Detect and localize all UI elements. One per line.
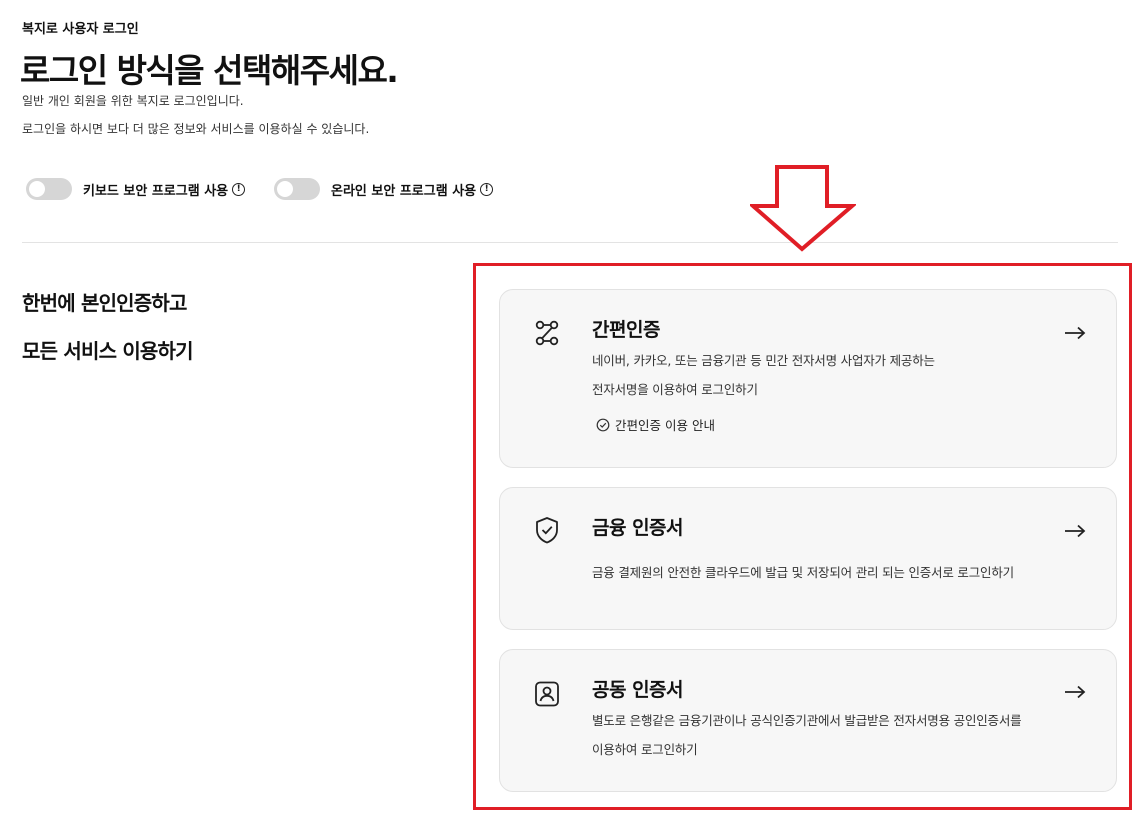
id-card-icon [535, 681, 559, 707]
online-security-toggle-row: 온라인 보안 프로그램 사용 ! [274, 178, 494, 200]
simple-auth-description: 네이버, 카카오, 또는 금융기관 등 민간 전자서명 사업자가 제공하는 전자… [592, 346, 1092, 404]
online-security-label: 온라인 보안 프로그램 사용 [331, 183, 477, 199]
simple-auth-guide-link[interactable]: 간편인증 이용 안내 [596, 415, 715, 434]
description-line: 이용하여 로그인하기 [592, 742, 698, 757]
side-heading-line2: 모든 서비스 이용하기 [22, 339, 194, 363]
info-icon[interactable]: ! [480, 182, 494, 196]
route-icon [535, 320, 559, 346]
online-security-toggle[interactable] [274, 178, 320, 200]
page-title: 로그인 방식을 선택해주세요. [20, 51, 399, 90]
page-description-line2: 로그인을 하시면 보다 더 많은 정보와 서비스를 이용하실 수 있습니다. [22, 122, 370, 136]
keyboard-security-label: 키보드 보안 프로그램 사용 [83, 183, 229, 199]
shield-check-icon [536, 517, 558, 544]
divider [22, 242, 1118, 243]
simple-auth-title: 간편인증 [592, 319, 660, 341]
arrow-right-icon [1065, 524, 1086, 538]
description-line: 전자서명을 이용하여 로그인하기 [592, 382, 758, 397]
side-heading-line1: 한번에 본인인증하고 [22, 291, 187, 315]
guide-link-label: 간편인증 이용 안내 [615, 418, 715, 433]
check-circle-icon [596, 418, 610, 431]
page-description-line1: 일반 개인 회원을 위한 복지로 로그인입니다. [22, 94, 244, 108]
info-icon[interactable]: ! [232, 182, 246, 196]
keyboard-security-toggle[interactable] [26, 178, 72, 200]
financial-certificate-title: 금융 인증서 [592, 517, 684, 539]
financial-certificate-card[interactable]: 금융 인증서 금융 결제원의 안전한 클라우드에 발급 및 저장되어 관리 되는… [499, 487, 1117, 630]
arrow-right-icon [1065, 685, 1086, 699]
simple-auth-card[interactable]: 간편인증 네이버, 카카오, 또는 금융기관 등 민간 전자서명 사업자가 제공… [499, 289, 1117, 468]
joint-certificate-title: 공동 인증서 [592, 679, 684, 701]
arrow-right-icon [1065, 326, 1086, 340]
toggle-knob [277, 181, 293, 197]
keyboard-security-toggle-row: 키보드 보안 프로그램 사용 ! [26, 178, 246, 200]
joint-certificate-description: 별도로 은행같은 금융기관이나 공식인증기관에서 발급받은 전자서명용 공인인증… [592, 706, 1092, 764]
joint-certificate-card[interactable]: 공동 인증서 별도로 은행같은 금융기관이나 공식인증기관에서 발급받은 전자서… [499, 649, 1117, 792]
toggle-knob [29, 181, 45, 197]
breadcrumb: 복지로 사용자 로그인 [22, 22, 139, 37]
down-arrow-annotation-icon [750, 165, 856, 252]
description-line: 별도로 은행같은 금융기관이나 공식인증기관에서 발급받은 전자서명용 공인인증… [592, 713, 1022, 728]
financial-certificate-description: 금융 결제원의 안전한 클라우드에 발급 및 저장되어 관리 되는 인증서로 로… [592, 558, 1092, 587]
description-line: 네이버, 카카오, 또는 금융기관 등 민간 전자서명 사업자가 제공하는 [592, 353, 935, 368]
description-line: 금융 결제원의 안전한 클라우드에 발급 및 저장되어 관리 되는 인증서로 로… [592, 565, 1014, 580]
